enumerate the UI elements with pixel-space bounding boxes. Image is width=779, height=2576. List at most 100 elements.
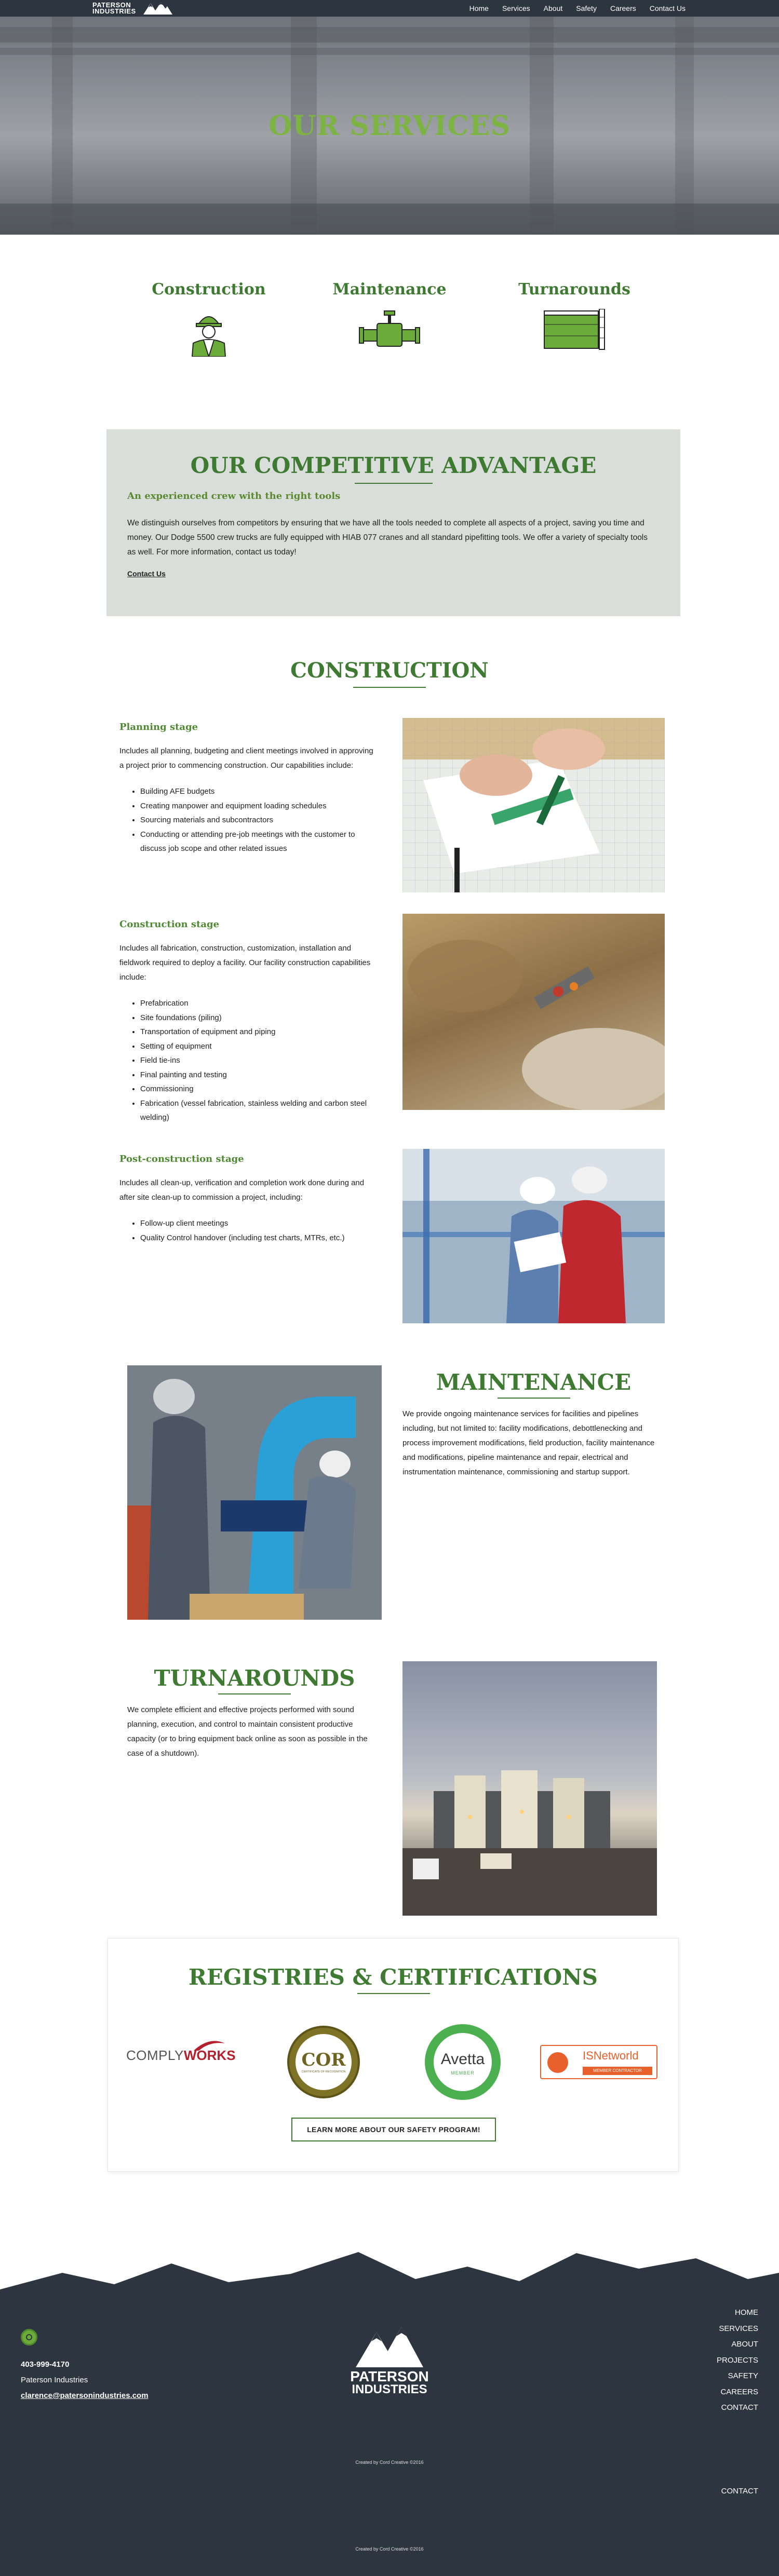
nav-careers[interactable]: Careers [610, 4, 636, 12]
list-item: Creating manpower and equipment loading … [140, 799, 379, 814]
post-construction-stage: Post-construction stage Includes all cle… [119, 1154, 379, 1245]
turnarounds-image [402, 1661, 657, 1916]
registries-title: REGISTRIES & CERTIFICATIONS [189, 1964, 598, 1990]
footer: HOME SERVICES ABOUT PROJECTS SAFETY CARE… [0, 2243, 779, 2576]
service-label: Turnarounds [518, 280, 630, 299]
title-underline [357, 1993, 430, 1994]
service-maintenance[interactable]: Maintenance [312, 280, 467, 350]
list-item: Field tie-ins [140, 1053, 379, 1068]
contact-us-link[interactable]: Contact Us [127, 570, 166, 578]
footer-logo-bottom: INDUSTRIES [352, 2382, 427, 2396]
footer-nav: HOME SERVICES ABOUT PROJECTS SAFETY CARE… [717, 2305, 758, 2416]
header-logo[interactable]: PATERSON INDUSTRIES [92, 1, 176, 16]
cor-logo[interactable]: COR CERTIFICATE OF RECOGNITION [287, 2026, 360, 2098]
avetta-sub-text: MEMBER [451, 2070, 475, 2076]
service-label: Construction [152, 280, 266, 299]
isnetworld-logo[interactable]: ISNetworld MEMBER CONTRACTOR [540, 2045, 657, 2079]
footer-nav-services[interactable]: SERVICES [717, 2321, 758, 2337]
construction-image [402, 914, 665, 1110]
footer-email-link[interactable]: clarence@patersonindustries.com [21, 2391, 149, 2400]
list-item: Fabrication (vessel fabrication, stainle… [140, 1096, 379, 1125]
footer-company: Paterson Industries [21, 2376, 88, 2384]
list-item: Setting of equipment [140, 1039, 379, 1054]
top-nav: PATERSON INDUSTRIES Home Services About S… [0, 0, 779, 17]
page-title: OUR SERVICES [268, 110, 511, 142]
maintenance-image [127, 1365, 382, 1620]
isn-badge-icon [547, 2052, 568, 2073]
service-construction[interactable]: Construction [131, 280, 287, 357]
footer-nav-contact[interactable]: CONTACT [717, 2400, 758, 2416]
footer-nav-about[interactable]: ABOUT [717, 2337, 758, 2353]
avetta-inner: Avetta MEMBER [432, 2031, 493, 2093]
footer-nav-home[interactable]: HOME [717, 2305, 758, 2321]
footer-nav-careers[interactable]: CAREERS [717, 2384, 758, 2401]
service-turnarounds[interactable]: Turnarounds [496, 280, 652, 350]
isn-text: ISNetworld [583, 2049, 639, 2062]
nav-services[interactable]: Services [502, 4, 530, 12]
stage-title: Post-construction stage [119, 1154, 244, 1164]
advantage-title: OUR COMPETITIVE ADVANTAGE [190, 453, 597, 478]
list-item: Building AFE budgets [140, 784, 379, 799]
construction-stage: Construction stage Includes all fabricat… [119, 919, 379, 1125]
phone-icon[interactable] [21, 2329, 37, 2345]
footer-contact-info: 403-999-4170 Paterson Industries clarenc… [21, 2357, 149, 2404]
list-item: Sourcing materials and subcontractors [140, 813, 379, 828]
nav-safety[interactable]: Safety [576, 4, 597, 12]
footer-logo[interactable]: PATERSON INDUSTRIES [345, 2327, 434, 2399]
competitive-advantage-box: OUR COMPETITIVE ADVANTAGE An experienced… [106, 429, 680, 616]
complyworks-logo[interactable]: COMPLYWORKS [126, 2041, 246, 2068]
construction-title: CONSTRUCTION [290, 658, 489, 683]
list-item: Follow-up client meetings [140, 1216, 379, 1231]
hero-banner: OUR SERVICES [0, 17, 779, 235]
footer-contact-link[interactable]: CONTACT [721, 2487, 758, 2496]
list-item: Transportation of equipment and piping [140, 1025, 379, 1039]
list-item: Conducting or attending pre-job meetings… [140, 828, 379, 856]
worker-icon [191, 316, 226, 357]
footer-logo-top: PATERSON [350, 2368, 429, 2384]
footer-mountain-logo-icon [356, 2327, 423, 2367]
list-item: Final painting and testing [140, 1068, 379, 1082]
advantage-subtitle: An experienced crew with the right tools [127, 491, 341, 501]
cor-ring-text: CERTIFICATE OF RECOGNITION [301, 2070, 346, 2073]
list-item: Prefabrication [140, 996, 379, 1011]
valve-icon [359, 310, 420, 347]
nav-home[interactable]: Home [469, 4, 489, 12]
post-construction-image [402, 1149, 665, 1323]
list-item: Quality Control handover (including test… [140, 1231, 379, 1245]
nav-contact[interactable]: Contact Us [650, 4, 686, 12]
footer-credit-bottom: Created by Cord Creative ©2016 [355, 2546, 424, 2552]
stage-body: Includes all clean-up, verification and … [119, 1178, 365, 1202]
avetta-logo[interactable]: Avetta MEMBER [425, 2024, 501, 2100]
turnarounds-title: TURNAROUNDS [154, 1665, 355, 1691]
safety-program-button[interactable]: LEARN MORE ABOUT OUR SAFETY PROGRAM! [291, 2118, 496, 2141]
cor-inner: COR CERTIFICATE OF RECOGNITION [296, 2034, 352, 2090]
registries-panel: REGISTRIES & CERTIFICATIONS COMPLYWORKS … [108, 1938, 679, 2172]
cor-text: COR [301, 2050, 346, 2070]
tank-icon [544, 309, 605, 350]
maintenance-title: MAINTENANCE [436, 1370, 632, 1395]
stage-body: Includes all planning, budgeting and cli… [119, 747, 373, 770]
stage-title: Construction stage [119, 919, 220, 930]
mountain-footer-bg [0, 2252, 779, 2576]
logo-text-bottom: INDUSTRIES [92, 7, 136, 15]
footer-nav-safety[interactable]: SAFETY [717, 2368, 758, 2384]
planning-stage: Planning stage Includes all planning, bu… [119, 722, 379, 856]
nav-about[interactable]: About [544, 4, 563, 12]
footer-nav-projects[interactable]: PROJECTS [717, 2353, 758, 2369]
title-underline [353, 687, 426, 688]
complyworks-swoosh-icon [194, 2041, 225, 2051]
isn-sub-text: MEMBER CONTRACTOR [583, 2067, 652, 2075]
list-item: Commissioning [140, 1082, 379, 1096]
advantage-body: We distinguish ourselves from competitor… [127, 519, 648, 557]
title-underline [218, 1693, 291, 1694]
avetta-text: Avetta [440, 2051, 485, 2068]
title-underline [355, 483, 433, 484]
complyworks-text-a: COMPLY [126, 2048, 184, 2063]
mountain-logo-icon [143, 2, 172, 15]
stage-body: Includes all fabrication, construction, … [119, 944, 371, 982]
stage-title: Planning stage [119, 722, 198, 733]
planning-image [402, 718, 665, 892]
footer-credit: Created by Cord Creative ©2016 [355, 2460, 424, 2465]
list-item: Site foundations (piling) [140, 1011, 379, 1025]
footer-phone[interactable]: 403-999-4170 [21, 2357, 149, 2372]
